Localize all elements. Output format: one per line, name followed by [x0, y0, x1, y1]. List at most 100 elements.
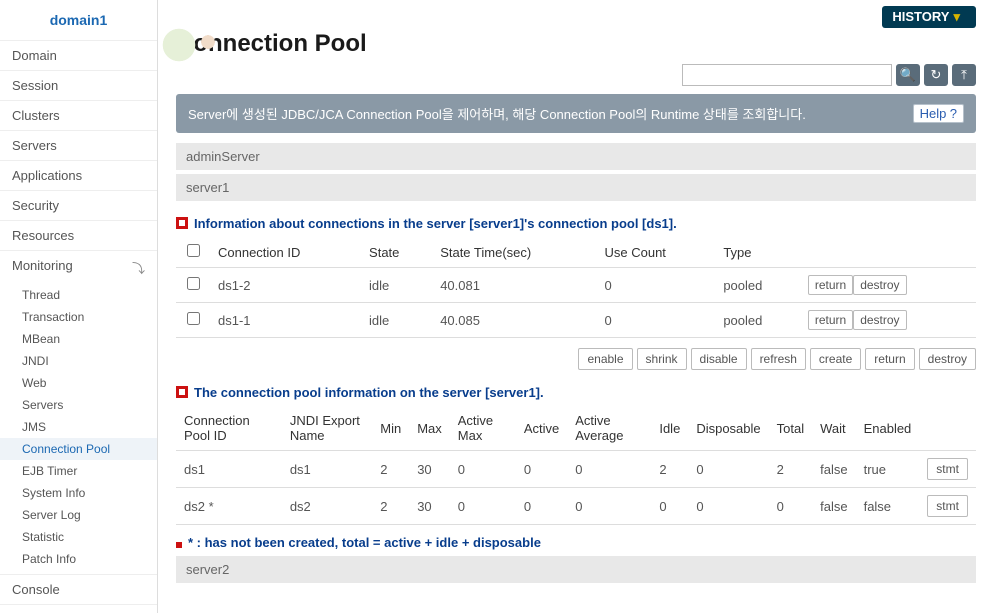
- help-icon: ?: [950, 106, 957, 121]
- subnav-item-ejb-timer[interactable]: EJB Timer: [0, 460, 157, 482]
- pools-table: Connection Pool IDJNDI Export NameMinMax…: [176, 406, 976, 525]
- create-button[interactable]: create: [810, 348, 861, 370]
- search-icon: 🔍: [900, 67, 916, 83]
- col-header: Disposable: [688, 406, 768, 451]
- chevron-down-icon: ▾: [953, 9, 960, 24]
- refresh-button[interactable]: refresh: [751, 348, 806, 370]
- refresh-page-button[interactable]: ↻: [924, 64, 948, 86]
- col-header: Min: [372, 406, 409, 451]
- app-root: domain1 DomainSessionClustersServersAppl…: [0, 0, 986, 613]
- nav-item-clusters[interactable]: Clusters: [0, 101, 157, 130]
- nav-item-resources[interactable]: Resources: [0, 221, 157, 250]
- table-row: ds1ds1230000202falsetruestmt: [176, 451, 976, 488]
- subnav-item-thread[interactable]: Thread: [0, 284, 157, 306]
- cell: pooled: [715, 268, 800, 303]
- cell: 0: [596, 303, 715, 338]
- subnav-item-system-info[interactable]: System Info: [0, 482, 157, 504]
- subnav-item-statistic[interactable]: Statistic: [0, 526, 157, 548]
- col-header: Wait: [812, 406, 855, 451]
- col-header: Active Average: [567, 406, 651, 451]
- col-header: Type: [715, 237, 800, 268]
- cell: ds2: [282, 488, 372, 525]
- return-button[interactable]: return: [865, 348, 914, 370]
- subnav-item-web[interactable]: Web: [0, 372, 157, 394]
- cell: 30: [409, 488, 450, 525]
- cell: 40.081: [432, 268, 596, 303]
- subnav-item-jms[interactable]: JMS: [0, 416, 157, 438]
- row-checkbox[interactable]: [187, 312, 200, 325]
- square-icon: [176, 542, 182, 548]
- col-header: Max: [409, 406, 450, 451]
- server-bar-server1[interactable]: server1: [176, 174, 976, 201]
- export-button[interactable]: ⤒: [952, 64, 976, 86]
- search-input[interactable]: [682, 64, 892, 86]
- cell: pooled: [715, 303, 800, 338]
- destroy-button[interactable]: destroy: [853, 275, 906, 295]
- domain-name[interactable]: domain1: [0, 0, 157, 41]
- square-icon: [176, 386, 188, 398]
- cell: 0: [596, 268, 715, 303]
- nav-item-applications[interactable]: Applications: [0, 161, 157, 190]
- col-header: Use Count: [596, 237, 715, 268]
- search-bar: 🔍 ↻ ⤒: [176, 64, 976, 86]
- cell: 0: [450, 451, 516, 488]
- cell: false: [812, 451, 855, 488]
- nav-item-security[interactable]: Security: [0, 191, 157, 220]
- cell: 0: [688, 488, 768, 525]
- table-row: ds1-2idle40.0810pooledreturndestroy: [176, 268, 976, 303]
- refresh-icon: ↻: [931, 67, 942, 83]
- subnav-item-patch-info[interactable]: Patch Info: [0, 548, 157, 570]
- col-header: Connection ID: [210, 237, 361, 268]
- desc-text: Server에 생성된 JDBC/JCA Connection Pool을 제어…: [188, 104, 806, 123]
- nav-primary: DomainSessionClustersServersApplications…: [0, 41, 157, 605]
- upload-icon: ⤒: [961, 67, 967, 83]
- subnav-item-jndi[interactable]: JNDI: [0, 350, 157, 372]
- col-header: Connection Pool ID: [176, 406, 282, 451]
- nav-item-console[interactable]: Console: [0, 575, 157, 604]
- table-row: ds2 *ds2230000000falsefalsestmt: [176, 488, 976, 525]
- destroy-button[interactable]: destroy: [919, 348, 976, 370]
- subnav-item-connection-pool[interactable]: Connection Pool: [0, 438, 157, 460]
- nav-item-domain[interactable]: Domain: [0, 41, 157, 70]
- nav-item-servers[interactable]: Servers: [0, 131, 157, 160]
- col-header: [800, 237, 976, 268]
- subnav-item-server-log[interactable]: Server Log: [0, 504, 157, 526]
- col-header: JNDI Export Name: [282, 406, 372, 451]
- destroy-button[interactable]: destroy: [853, 310, 906, 330]
- col-header: [919, 406, 976, 451]
- history-button[interactable]: HISTORY▾: [882, 6, 976, 28]
- return-button[interactable]: return: [808, 310, 853, 330]
- select-all-checkbox[interactable]: [187, 244, 200, 257]
- section2-title: The connection pool information on the s…: [176, 382, 976, 402]
- cell: idle: [361, 303, 432, 338]
- enable-button[interactable]: enable: [578, 348, 632, 370]
- server-bar-server2[interactable]: server2: [176, 556, 976, 583]
- connections-table: Connection IDStateState Time(sec)Use Cou…: [176, 237, 976, 338]
- shrink-button[interactable]: shrink: [637, 348, 687, 370]
- col-header: Enabled: [856, 406, 920, 451]
- pool-actions: enableshrinkdisablerefreshcreatereturnde…: [176, 348, 976, 370]
- cell: 40.085: [432, 303, 596, 338]
- main-content: HISTORY▾ Connection Pool 🔍 ↻ ⤒ Server에 생…: [158, 0, 986, 613]
- col-header: State: [361, 237, 432, 268]
- page-title: Connection Pool: [176, 30, 976, 58]
- help-button[interactable]: Help ?: [913, 104, 964, 123]
- subnav-item-transaction[interactable]: Transaction: [0, 306, 157, 328]
- cell: idle: [361, 268, 432, 303]
- return-button[interactable]: return: [808, 275, 853, 295]
- cell: ds1: [176, 451, 282, 488]
- stmt-button[interactable]: stmt: [927, 495, 968, 517]
- cell: true: [856, 451, 920, 488]
- disable-button[interactable]: disable: [691, 348, 747, 370]
- cell: 0: [450, 488, 516, 525]
- subnav-item-mbean[interactable]: MBean: [0, 328, 157, 350]
- nav-item-session[interactable]: Session: [0, 71, 157, 100]
- nav-item-monitoring[interactable]: Monitoring: [0, 251, 157, 280]
- cell: 2: [651, 451, 688, 488]
- row-checkbox[interactable]: [187, 277, 200, 290]
- subnav-item-servers[interactable]: Servers: [0, 394, 157, 416]
- stmt-button[interactable]: stmt: [927, 458, 968, 480]
- desc-banner: Server에 생성된 JDBC/JCA Connection Pool을 제어…: [176, 94, 976, 133]
- server-bar-adminServer[interactable]: adminServer: [176, 143, 976, 170]
- search-button[interactable]: 🔍: [896, 64, 920, 86]
